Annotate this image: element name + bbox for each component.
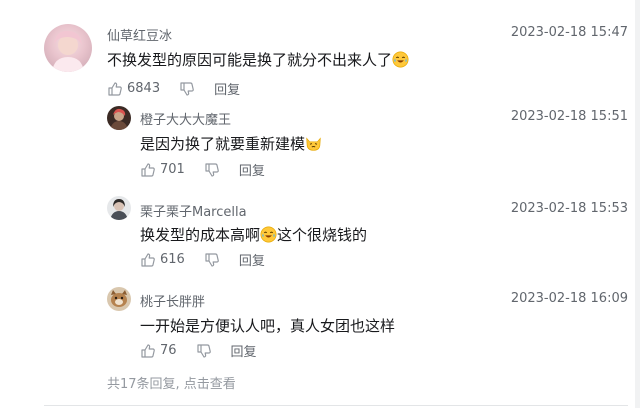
scrollbar-track[interactable] [635,0,640,408]
comment-text-content: 不换发型的原因可能是换了就分不出来人了 [107,51,393,69]
thumb-down-icon [196,343,211,358]
timestamp: 2023-02-18 15:47 [510,25,628,40]
comment-actions: 616 回复 [140,250,265,269]
avatar[interactable] [44,24,92,72]
thumb-up-icon [141,343,155,358]
dislike-button[interactable] [204,252,220,268]
username[interactable]: 仙草红豆冰 [107,25,172,44]
username[interactable]: 栗子栗子Marcella [140,201,247,220]
thumb-down-icon [180,81,194,96]
reply-button[interactable]: 回复 [239,160,265,179]
like-button[interactable]: 6843 [107,81,160,97]
username[interactable]: 橙子大大大魔王 [140,109,231,128]
comment-text: 是因为换了就要重新建模 [140,133,322,154]
laugh-cry-emoji-icon [260,226,277,243]
like-button[interactable]: 76 [140,343,177,359]
like-count: 616 [160,252,185,267]
comment-text-before: 换发型的成本高啊 [140,226,261,244]
view-more-replies-link[interactable]: 共17条回复, 点击查看 [107,373,236,392]
thumb-down-icon [205,252,219,267]
avatar[interactable] [107,196,131,220]
comment-actions: 701 回复 [140,160,265,179]
like-count: 76 [160,343,177,358]
laugh-cry-emoji-icon [392,51,409,68]
comment-text-content: 一开始是方便认人吧，真人女团也这样 [140,317,396,335]
reply-button[interactable]: 回复 [231,341,257,360]
dislike-button[interactable] [179,81,195,97]
comment-actions: 76 回复 [140,341,257,360]
username[interactable]: 桃子长胖胖 [140,291,205,310]
comment-actions: 6843 回复 [107,79,240,98]
timestamp: 2023-02-18 15:51 [510,109,628,124]
reply-button[interactable]: 回复 [214,79,240,98]
dislike-button[interactable] [204,162,220,178]
thumb-up-icon [141,252,155,267]
comment-text: 不换发型的原因可能是换了就分不出来人了 [107,49,409,70]
comment-text: 一开始是方便认人吧，真人女团也这样 [140,315,395,336]
like-button[interactable]: 701 [140,162,185,178]
thumb-up-icon [141,162,155,177]
timestamp: 2023-02-18 16:09 [510,291,628,306]
timestamp: 2023-02-18 15:53 [510,201,628,216]
like-count: 701 [160,162,185,177]
dislike-button[interactable] [196,343,212,359]
comment-text: 换发型的成本高啊 这个很烧钱的 [140,224,367,245]
cat-emoji-icon [306,137,321,151]
comment-text-after: 这个很烧钱的 [277,226,368,244]
like-button[interactable]: 616 [140,252,185,268]
avatar[interactable] [107,287,131,311]
avatar[interactable] [107,106,131,130]
thumb-down-icon [205,162,219,177]
thumb-up-icon [108,81,122,96]
comment-text-content: 是因为换了就要重新建模 [140,135,306,153]
divider [44,405,628,406]
reply-button[interactable]: 回复 [239,250,265,269]
like-count: 6843 [127,81,161,96]
